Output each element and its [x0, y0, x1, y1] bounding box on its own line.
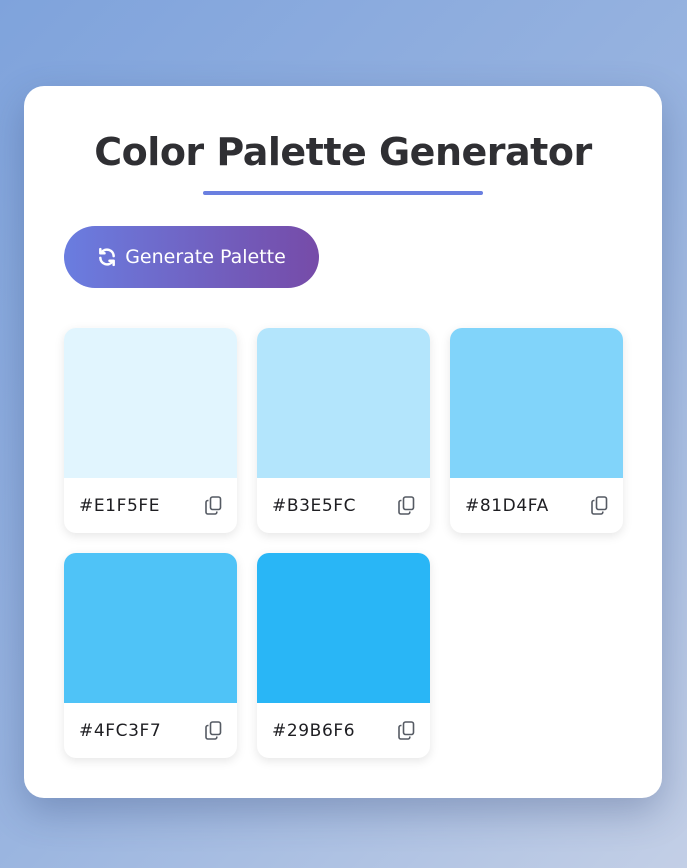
swatch-footer: #E1F5FE [64, 478, 237, 533]
swatch-color-block[interactable] [64, 328, 237, 478]
copy-icon[interactable] [203, 496, 223, 516]
color-swatch[interactable]: #B3E5FC [257, 328, 430, 533]
swatch-color-block[interactable] [450, 328, 623, 478]
sync-icon [97, 247, 117, 267]
color-swatch[interactable]: #29B6F6 [257, 553, 430, 758]
hex-code-label: #B3E5FC [272, 495, 357, 516]
swatch-color-block[interactable] [257, 328, 430, 478]
swatch-footer: #4FC3F7 [64, 703, 237, 758]
color-swatch[interactable]: #81D4FA [450, 328, 623, 533]
color-swatch[interactable]: #4FC3F7 [64, 553, 237, 758]
hex-code-label: #E1F5FE [79, 495, 161, 516]
swatch-color-block[interactable] [257, 553, 430, 703]
hex-code-label: #81D4FA [465, 495, 549, 516]
swatch-color-block[interactable] [64, 553, 237, 703]
generate-palette-label: Generate Palette [125, 246, 286, 268]
hex-code-label: #29B6F6 [272, 720, 356, 741]
hex-code-label: #4FC3F7 [79, 720, 162, 741]
title-underline [203, 191, 483, 195]
copy-icon[interactable] [203, 721, 223, 741]
copy-icon[interactable] [396, 721, 416, 741]
generate-palette-button[interactable]: Generate Palette [64, 226, 319, 288]
palette-card: Color Palette Generator Generate Palette… [24, 86, 662, 798]
copy-icon[interactable] [589, 496, 609, 516]
swatch-footer: #29B6F6 [257, 703, 430, 758]
swatch-footer: #B3E5FC [257, 478, 430, 533]
page-title: Color Palette Generator [94, 130, 592, 174]
copy-icon[interactable] [396, 496, 416, 516]
swatch-footer: #81D4FA [450, 478, 623, 533]
color-swatch[interactable]: #E1F5FE [64, 328, 237, 533]
